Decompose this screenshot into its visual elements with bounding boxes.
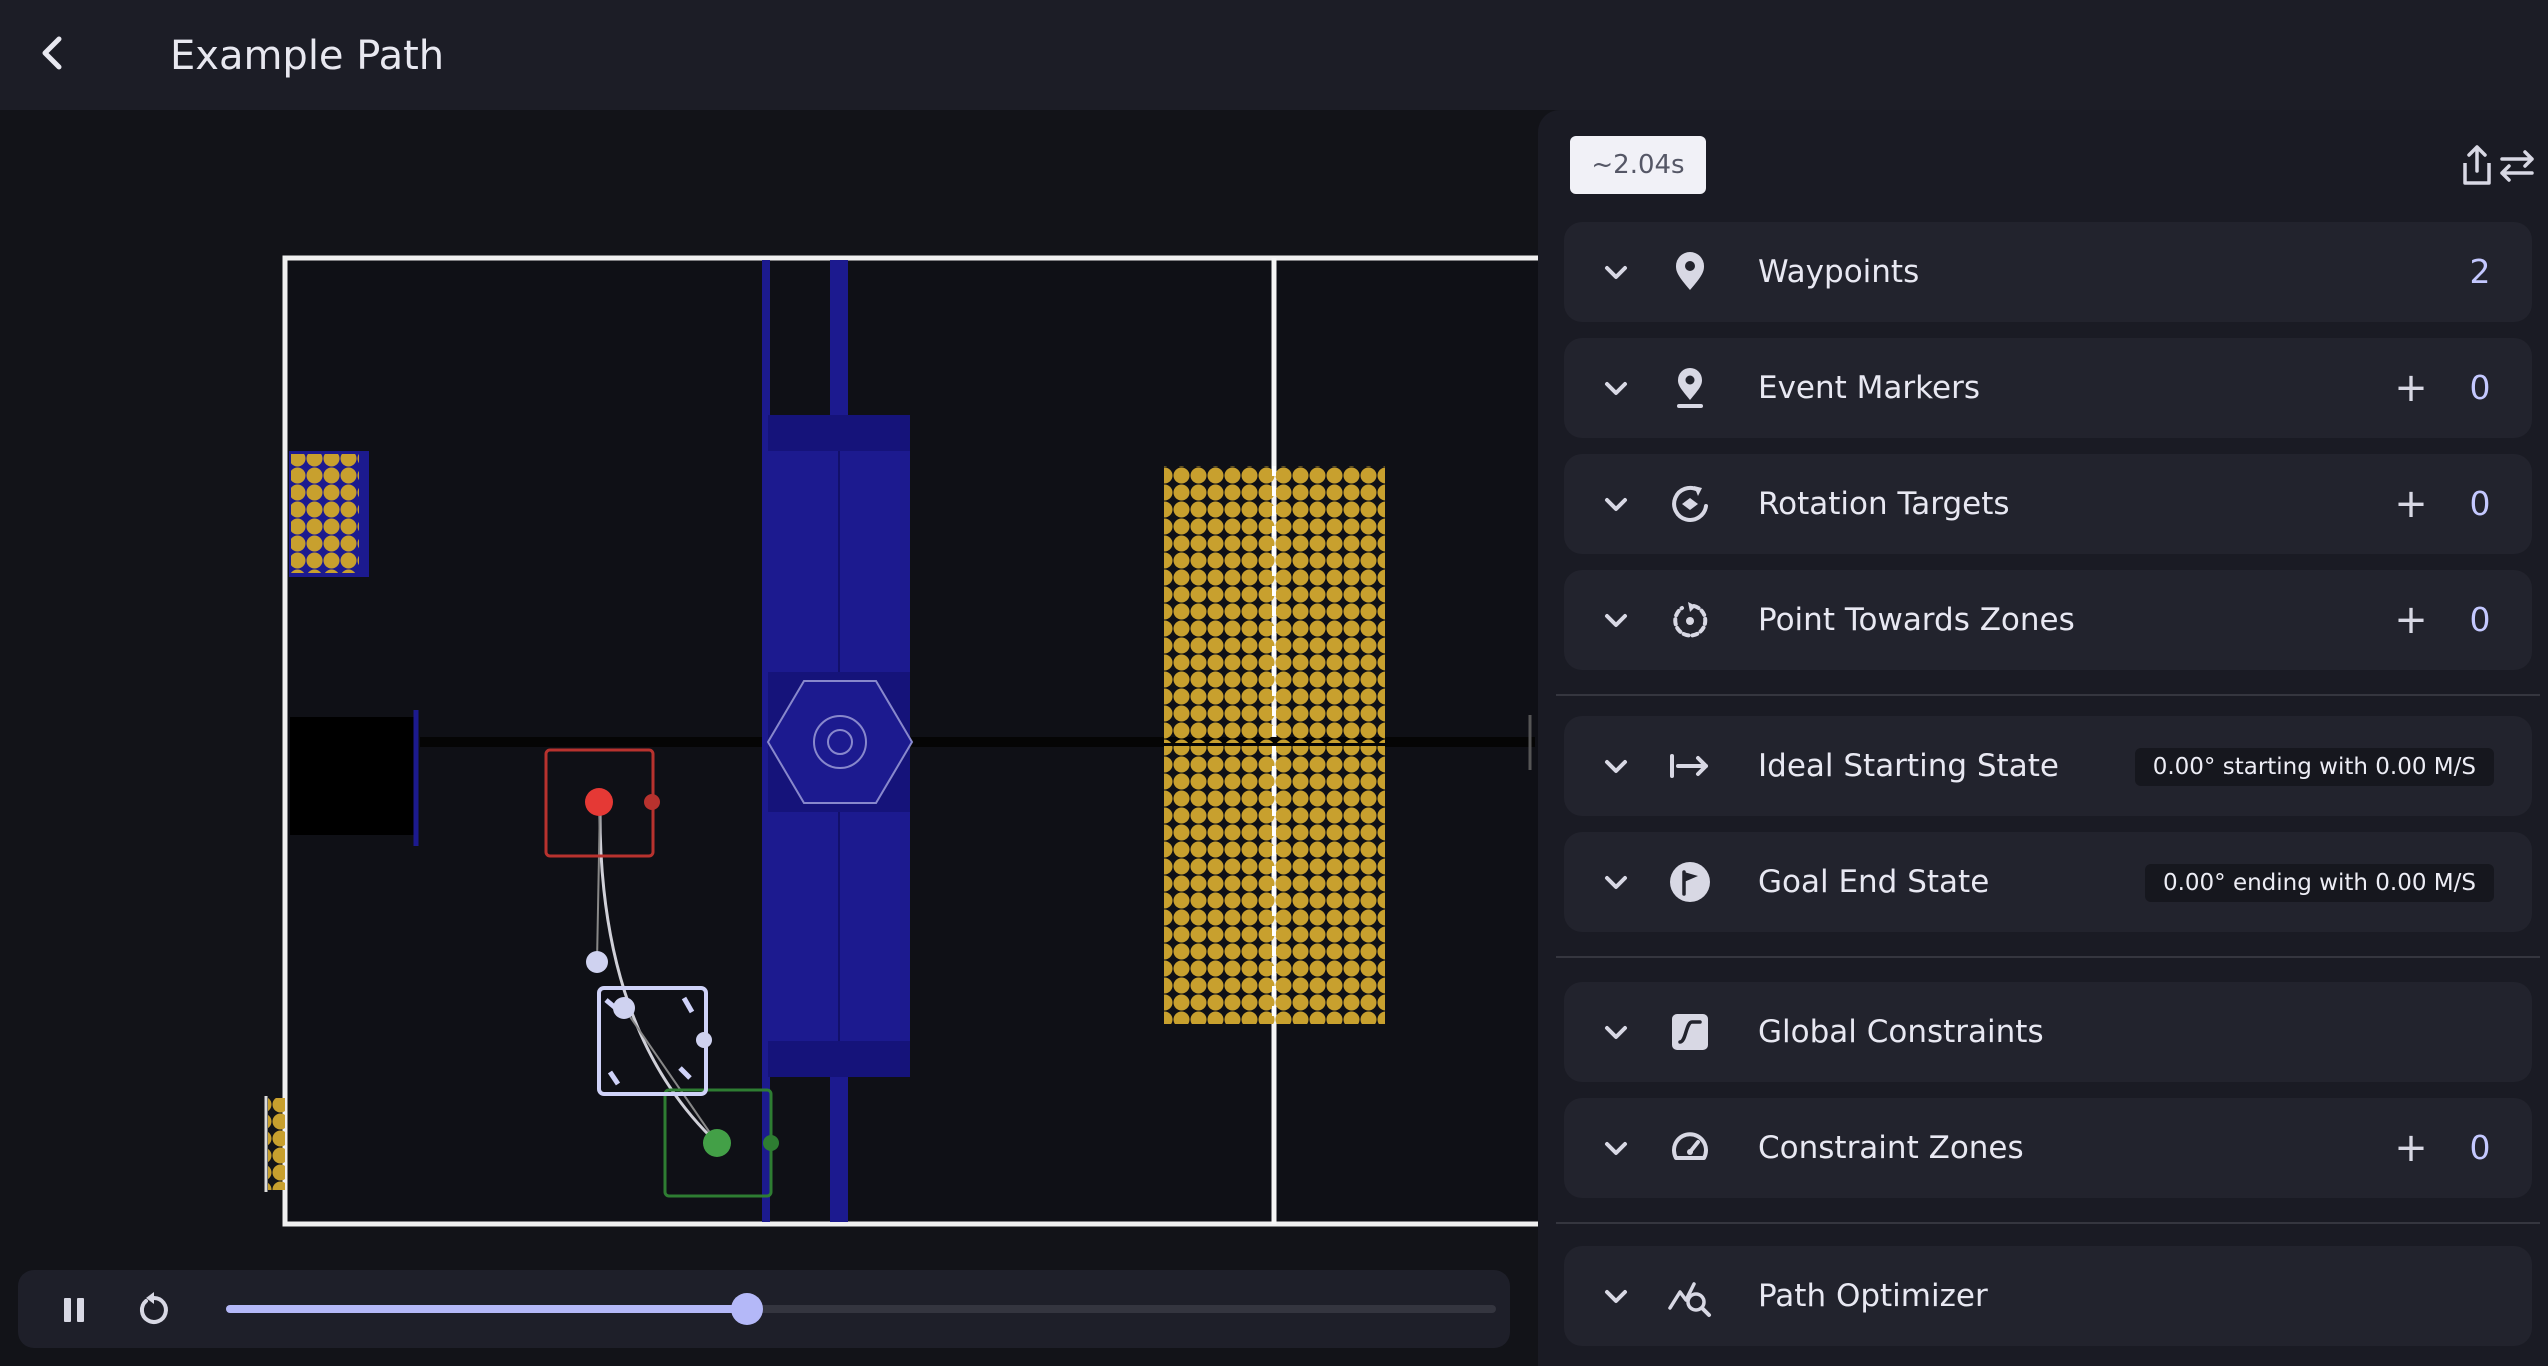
event-marker-count: 0 xyxy=(2469,368,2491,407)
section-label: Ideal Starting State xyxy=(1758,748,2059,784)
constraint-zone-count: 0 xyxy=(2469,1128,2491,1167)
add-rotation-target-button[interactable]: + xyxy=(2386,478,2436,530)
playback-bar xyxy=(18,1270,1510,1348)
section-label: Path Optimizer xyxy=(1758,1278,1988,1314)
preview-heading-dot xyxy=(696,1032,712,1048)
depot-fuel xyxy=(291,454,359,573)
restart-button[interactable] xyxy=(126,1282,182,1338)
reverse-path-button[interactable] xyxy=(2488,136,2546,194)
section-label: Event Markers xyxy=(1758,370,1980,406)
section-divider xyxy=(1556,956,2540,958)
goal-end-state-section[interactable]: Goal End State 0.00° ending with 0.00 M/… xyxy=(1564,832,2532,932)
back-button[interactable] xyxy=(22,22,84,84)
chevron-down-icon xyxy=(1605,1142,1627,1155)
hub-cap-bottom xyxy=(768,1041,910,1077)
swap-arrows-icon xyxy=(2500,150,2534,182)
path-optimizer-section[interactable]: Path Optimizer xyxy=(1564,1246,2532,1346)
starting-state-summary: 0.00° starting with 0.00 M/S xyxy=(2134,748,2494,786)
chevron-down-icon xyxy=(1605,498,1627,511)
pause-button[interactable] xyxy=(46,1282,102,1338)
section-label: Global Constraints xyxy=(1758,1014,2044,1050)
start-waypoint[interactable] xyxy=(585,788,613,816)
timeline-progress xyxy=(226,1305,747,1313)
page-title: Example Path xyxy=(170,33,445,79)
section-label: Point Towards Zones xyxy=(1758,602,2075,638)
chevron-down-icon xyxy=(1605,876,1627,889)
event-marker-icon xyxy=(1677,368,1703,408)
end-state-summary: 0.00° ending with 0.00 M/S xyxy=(2144,864,2494,902)
timeline-thumb[interactable] xyxy=(730,1293,763,1325)
start-control-point[interactable] xyxy=(586,951,608,973)
chevron-down-icon xyxy=(1605,266,1627,279)
end-heading-handle[interactable] xyxy=(763,1135,779,1151)
timeline-slider[interactable] xyxy=(226,1293,1496,1325)
rotation-targets-section[interactable]: Rotation Targets + 0 xyxy=(1564,454,2532,554)
point-towards-zone-count: 0 xyxy=(2469,600,2491,639)
outpost xyxy=(290,717,416,835)
event-markers-section[interactable]: Event Markers + 0 xyxy=(1564,338,2532,438)
replay-icon xyxy=(139,1292,168,1324)
add-constraint-zone-button[interactable]: + xyxy=(2386,1122,2436,1174)
add-event-marker-button[interactable]: + xyxy=(2386,362,2436,414)
waypoints-section[interactable]: Waypoints 2 xyxy=(1564,222,2532,322)
point-towards-icon xyxy=(1673,602,1708,638)
time-estimate-badge: ~2.04s xyxy=(1570,136,1706,194)
section-label: Constraint Zones xyxy=(1758,1130,2024,1166)
chevron-down-icon xyxy=(1605,1290,1627,1303)
rotation-target-icon xyxy=(1672,486,1708,522)
top-bar: Example Path xyxy=(0,0,2548,110)
path-sidebar: ~2.04s Waypoints 2 Event Markers + 0 Rot… xyxy=(1538,110,2548,1366)
ideal-starting-state-section[interactable]: Ideal Starting State 0.00° starting with… xyxy=(1564,716,2532,816)
add-point-towards-zone-button[interactable]: + xyxy=(2386,594,2436,646)
end-control-point[interactable] xyxy=(613,997,635,1019)
chevron-down-icon xyxy=(1605,760,1627,773)
start-arrow-icon xyxy=(1670,754,1708,778)
section-label: Goal End State xyxy=(1758,864,1990,900)
start-heading-handle[interactable] xyxy=(644,794,660,810)
chevron-down-icon xyxy=(1605,382,1627,395)
flag-icon xyxy=(1670,862,1710,902)
section-divider xyxy=(1556,1222,2540,1224)
constraint-zones-section[interactable]: Constraint Zones + 0 xyxy=(1564,1098,2532,1198)
pause-icon xyxy=(64,1298,84,1322)
field-canvas[interactable] xyxy=(0,110,1538,1366)
global-constraints-section[interactable]: Global Constraints xyxy=(1564,982,2532,1082)
chevron-left-icon xyxy=(42,36,62,70)
field-map[interactable] xyxy=(0,110,1538,1366)
chevron-down-icon xyxy=(1605,1026,1627,1039)
point-towards-zones-section[interactable]: Point Towards Zones + 0 xyxy=(1564,570,2532,670)
location-pin-icon xyxy=(1676,252,1704,290)
section-label: Rotation Targets xyxy=(1758,486,2010,522)
speedometer-icon xyxy=(1672,1132,1708,1160)
end-waypoint[interactable] xyxy=(703,1129,731,1157)
corral-fuel xyxy=(268,1098,285,1190)
waypoint-count: 2 xyxy=(2469,252,2491,291)
optimizer-icon xyxy=(1668,1282,1711,1317)
hub-cap-top xyxy=(768,415,910,451)
section-divider xyxy=(1556,694,2540,696)
rotation-target-count: 0 xyxy=(2469,484,2491,523)
chevron-down-icon xyxy=(1605,614,1627,627)
section-label: Waypoints xyxy=(1758,254,1920,290)
constraint-graph-icon xyxy=(1672,1014,1708,1050)
